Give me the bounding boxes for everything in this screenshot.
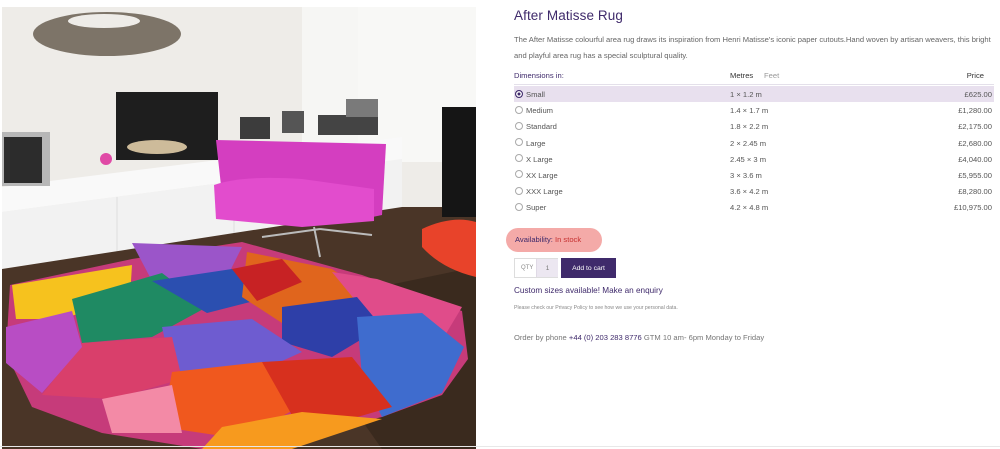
size-option[interactable]: Small 1 × 1.2 m £625.00	[514, 86, 994, 103]
radio-button[interactable]	[515, 154, 523, 163]
product-description: The After Matisse colourful area rug dra…	[514, 35, 991, 60]
radio-button[interactable]	[515, 170, 523, 179]
size-name: Medium	[526, 106, 554, 116]
size-name: Super	[526, 203, 547, 213]
order-by-phone: Order by phone +44 (0) 203 283 8776 GTM …	[514, 333, 764, 342]
size-price: £8,280.00	[958, 187, 992, 197]
size-price: £2,680.00	[958, 138, 992, 148]
size-option[interactable]: Large 2 × 2.45 m £2,680.00	[514, 135, 994, 151]
size-dimensions: 2.45 × 3 m	[730, 154, 767, 164]
size-option[interactable]: Standard 1.8 × 2.2 m £2,175.00	[514, 118, 994, 134]
size-option[interactable]: Super 4.2 × 4.8 m £10,975.00	[514, 199, 994, 215]
size-options-list: Small 1 × 1.2 m £625.00 Medium 1.4 × 1.7 m £…	[514, 86, 994, 216]
phone-number-link[interactable]: +44 (0) 203 283 8776	[569, 333, 642, 342]
size-price: £4,040.00	[958, 154, 992, 164]
size-name: X Large	[526, 154, 553, 164]
size-dimensions: 1 × 1.2 m	[730, 90, 762, 99]
size-option[interactable]: XX Large 3 × 3.6 m £5,955.00	[514, 167, 994, 183]
radio-button[interactable]	[515, 89, 523, 98]
unit-toggle-metres[interactable]: Metres	[730, 71, 754, 85]
size-dimensions: 1.4 × 1.7 m	[730, 106, 769, 116]
radio-button[interactable]	[515, 186, 523, 195]
order-prefix: Order by phone	[514, 333, 567, 342]
size-option[interactable]: X Large 2.45 × 3 m £4,040.00	[514, 151, 994, 167]
size-option[interactable]: XXX Large 3.6 × 4.2 m £8,280.00	[514, 183, 994, 199]
dimensions-label: Dimensions in:	[514, 71, 564, 80]
size-dimensions: 2 × 2.45 m	[730, 138, 767, 148]
custom-sizes-enquiry-link[interactable]: Custom sizes available! Make an enquiry	[514, 286, 663, 295]
qty-input[interactable]	[536, 259, 558, 277]
size-name: Standard	[526, 122, 557, 132]
product-photo	[2, 7, 476, 449]
size-dimensions: 1.8 × 2.2 m	[730, 122, 769, 132]
size-name: XXX Large	[526, 187, 563, 197]
privacy-note: Please check our Privacy Policy to see h…	[514, 305, 678, 311]
product-details: After Matisse Rug The After Matisse colo…	[506, 0, 994, 449]
radio-button[interactable]	[515, 138, 523, 147]
size-option[interactable]: Medium 1.4 × 1.7 m £1,280.00	[514, 102, 994, 118]
size-name: Small	[526, 90, 545, 99]
divider	[514, 84, 994, 85]
availability-label: Availability:	[515, 235, 553, 244]
radio-button[interactable]	[515, 121, 523, 130]
unit-toggle-feet[interactable]: Feet	[764, 71, 779, 80]
size-name: XX Large	[526, 170, 558, 180]
order-hours: GTM 10 am- 6pm Monday to Friday	[643, 333, 765, 342]
divider	[0, 446, 1000, 447]
quantity-field: QTY	[514, 258, 558, 278]
availability-value: In stock	[554, 235, 582, 244]
size-price: £10,975.00	[953, 203, 992, 213]
size-dimensions: 3.6 × 4.2 m	[730, 187, 769, 197]
size-name: Large	[526, 138, 546, 148]
size-dimensions: 4.2 × 4.8 m	[730, 203, 769, 213]
size-dimensions: 3 × 3.6 m	[730, 170, 762, 180]
dimensions-header: Dimensions in: Metres Feet Price	[514, 71, 994, 85]
qty-label: QTY	[521, 265, 534, 271]
rug-room-image	[2, 7, 476, 449]
product-title: After Matisse Rug	[514, 8, 623, 23]
price-column-label: Price	[966, 71, 984, 80]
size-price: £5,955.00	[958, 170, 992, 180]
add-to-cart-button[interactable]: Add to cart	[561, 258, 616, 278]
size-price: £2,175.00	[958, 122, 992, 132]
availability-status: Availability: In stock	[506, 228, 602, 252]
radio-button[interactable]	[515, 202, 523, 211]
radio-button[interactable]	[515, 105, 523, 114]
size-price: £1,280.00	[958, 106, 992, 116]
size-price: £625.00	[964, 90, 992, 99]
